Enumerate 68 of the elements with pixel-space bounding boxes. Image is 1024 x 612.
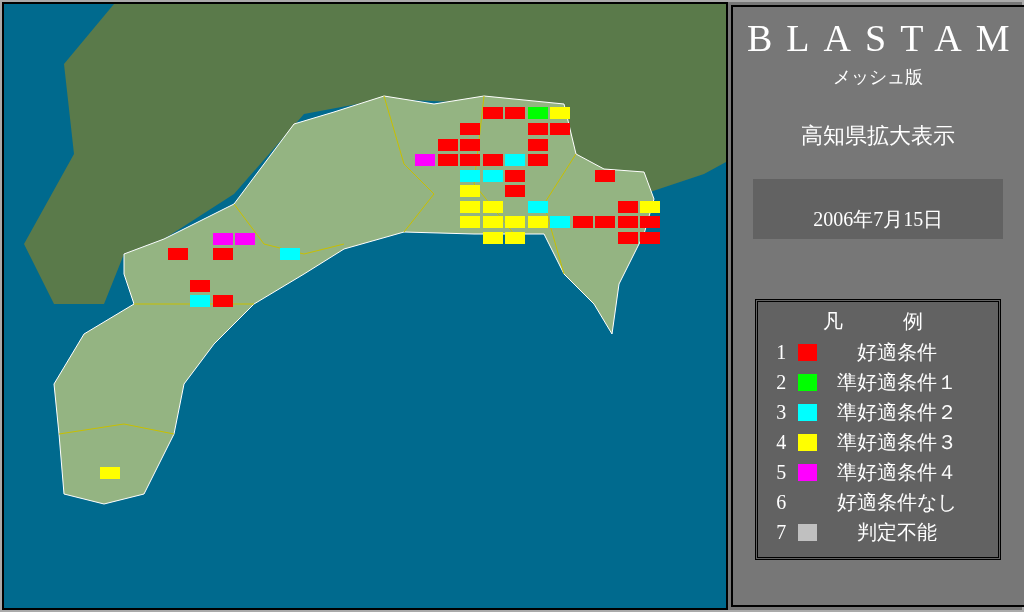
mesh-cell <box>595 170 615 182</box>
mesh-cell <box>640 216 660 228</box>
mesh-cell <box>550 216 570 228</box>
legend-label: 判定不能 <box>856 519 939 545</box>
legend-label: 準好適条件２ <box>836 399 959 425</box>
mesh-cell <box>505 185 525 197</box>
mesh-cell <box>168 248 188 260</box>
mesh-cell <box>483 232 503 244</box>
mesh-cell <box>573 216 593 228</box>
mesh-cell <box>460 216 480 228</box>
mesh-cell <box>528 139 548 151</box>
legend-number: 7 <box>776 520 788 544</box>
legend-number: 1 <box>776 340 788 364</box>
mesh-cell <box>483 216 503 228</box>
mesh-cell <box>505 170 525 182</box>
mesh-cell <box>235 233 255 245</box>
mesh-cell <box>438 154 458 166</box>
mesh-cell <box>528 154 548 166</box>
legend-number: 2 <box>776 370 788 394</box>
mesh-cell <box>460 170 480 182</box>
legend-label: 準好適条件４ <box>836 459 959 485</box>
mesh-cell <box>505 232 525 244</box>
mesh-cell <box>460 154 480 166</box>
legend-label: 準好適条件１ <box>836 369 959 395</box>
mesh-cell <box>190 295 210 307</box>
mesh-cell <box>618 216 638 228</box>
mesh-cell <box>460 201 480 213</box>
mesh-cell <box>213 295 233 307</box>
mesh-cell <box>618 232 638 244</box>
mesh-cell <box>415 154 435 166</box>
mesh-cell <box>640 232 660 244</box>
mesh-cell <box>460 123 480 135</box>
mesh-cell <box>483 107 503 119</box>
mesh-cell <box>528 201 548 213</box>
mesh-cell <box>213 248 233 260</box>
mesh-cell <box>505 107 525 119</box>
mesh-cell <box>595 216 615 228</box>
mesh-cell <box>505 154 525 166</box>
mesh-cell <box>640 201 660 213</box>
mesh-cell <box>280 248 300 260</box>
mesh-cell <box>618 201 638 213</box>
legend-title: 凡 例 <box>822 309 945 334</box>
mesh-cell <box>528 107 548 119</box>
subtitle: メッシュ版 <box>833 66 924 89</box>
legend-label: 好適条件 <box>856 339 939 365</box>
mesh-cell <box>550 123 570 135</box>
mesh-cell <box>550 107 570 119</box>
mesh-cell <box>483 154 503 166</box>
legend-label: 好適条件なし <box>836 489 959 515</box>
mesh-cell <box>483 170 503 182</box>
mesh-cell <box>505 216 525 228</box>
legend-number: 3 <box>776 400 788 424</box>
legend-number: 4 <box>776 430 788 454</box>
mesh-cell <box>100 467 120 479</box>
mesh-cell <box>460 185 480 197</box>
mesh-cell <box>438 139 458 151</box>
region-title: 高知県拡大表示 <box>801 122 956 150</box>
date-display: 2006年7月15日 <box>753 179 1004 239</box>
app-title: BLASTAM <box>747 19 1024 57</box>
mesh-cell <box>483 201 503 213</box>
legend-label: 準好適条件３ <box>836 429 959 455</box>
mesh-cell <box>528 123 548 135</box>
mesh-cell <box>213 233 233 245</box>
legend-number: 5 <box>776 460 788 484</box>
mesh-cell <box>528 216 548 228</box>
legend-number: 6 <box>776 490 788 514</box>
mesh-cell <box>460 139 480 151</box>
mesh-cell <box>190 280 210 292</box>
